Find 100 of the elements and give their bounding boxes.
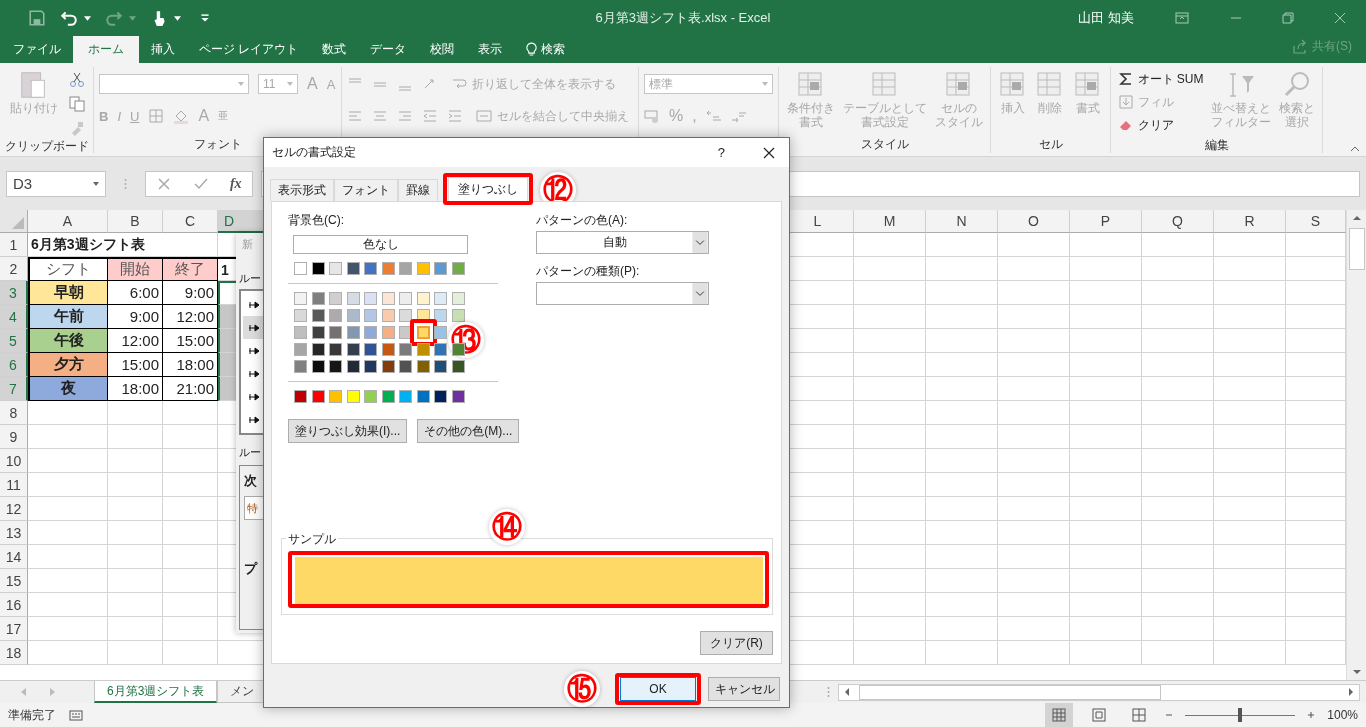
color-swatch[interactable] [381,343,395,356]
row-header[interactable]: 14 [0,545,28,569]
color-swatch[interactable] [399,343,412,356]
fill-effects-button[interactable]: 塗りつぶし効果(I)... [288,419,408,443]
more-colors-button[interactable]: その他の色(M)... [417,419,520,443]
column-header[interactable]: M [854,210,926,233]
cancel-icon[interactable] [156,175,173,192]
color-swatch[interactable] [311,326,325,339]
color-swatch[interactable] [346,360,360,373]
column-header[interactable]: Q [1142,210,1214,233]
ribbon-tab[interactable]: データ [358,36,419,63]
align-center-icon[interactable] [372,108,388,124]
color-swatch[interactable] [399,262,412,275]
color-swatch[interactable] [311,360,325,373]
view-button[interactable] [1045,703,1074,727]
color-swatch[interactable] [346,309,360,322]
currency-icon[interactable] [644,108,660,124]
column-header[interactable]: R [1214,210,1286,233]
outdent-icon[interactable] [422,108,438,124]
color-swatch[interactable] [311,309,325,322]
row-header[interactable]: 3 [0,281,28,305]
color-swatch[interactable] [399,309,412,322]
color-swatch[interactable] [311,390,325,403]
dialog-tab[interactable]: 表示形式 [270,179,334,201]
color-swatch[interactable] [329,262,342,275]
row-header[interactable]: 17 [0,617,28,641]
color-swatch[interactable] [346,390,360,403]
row-header[interactable]: 11 [0,473,28,497]
column-header[interactable]: A [28,210,108,233]
grip-icon[interactable] [827,686,830,698]
select-all-button[interactable] [0,210,28,233]
color-swatch[interactable] [451,292,465,305]
row-header[interactable]: 5 [0,329,28,353]
collapse-icon[interactable] [1350,146,1360,152]
ribbon-tab[interactable]: 数式 [310,36,359,63]
horizontal-scrollbar[interactable] [838,683,1360,701]
color-swatch[interactable] [451,262,465,275]
row-header[interactable]: 2 [0,257,28,281]
zoom-in-icon[interactable] [1307,711,1316,719]
close-icon[interactable] [763,146,775,159]
next-sheet-icon[interactable] [48,688,56,696]
paint-bucket-icon[interactable] [173,108,190,124]
color-swatch[interactable] [329,292,342,305]
column-header[interactable]: C [163,210,218,233]
color-swatch[interactable] [434,262,447,275]
scroll-down-icon[interactable] [1352,668,1361,676]
color-swatch[interactable] [329,390,342,403]
row-header[interactable]: 15 [0,569,28,593]
column-header[interactable]: N [926,210,998,233]
copy-icon[interactable] [68,96,85,112]
color-swatch[interactable] [294,326,307,339]
border-icon[interactable] [148,108,165,124]
previous-sheet-icon[interactable] [20,688,28,696]
color-swatch[interactable] [311,343,325,356]
color-swatch[interactable] [346,326,360,339]
column-header[interactable]: O [998,210,1070,233]
color-swatch[interactable] [434,343,447,356]
editing-button[interactable]: クリア [1117,115,1204,135]
color-swatch[interactable] [329,343,342,356]
row-header[interactable]: 10 [0,449,28,473]
row-header[interactable]: 9 [0,425,28,449]
color-swatch[interactable] [364,309,377,322]
color-swatch[interactable] [294,309,307,322]
color-swatch[interactable] [294,262,307,275]
color-swatch[interactable] [364,262,377,275]
color-swatch[interactable] [329,309,342,322]
clear-button[interactable]: クリア(R) [700,631,773,655]
color-swatch[interactable] [434,326,447,339]
ok-button[interactable]: OK [620,677,696,701]
color-swatch[interactable] [416,326,430,339]
scissors-icon[interactable] [68,72,85,88]
color-swatch[interactable] [416,360,430,373]
zoom-thumb[interactable] [1238,708,1243,722]
color-swatch[interactable] [416,292,430,305]
color-swatch[interactable] [364,292,377,305]
row-header[interactable]: 18 [0,641,28,665]
redo-icon[interactable] [105,9,123,27]
color-swatch[interactable] [381,262,395,275]
ribbon-tab[interactable]: ホーム [73,36,139,63]
color-swatch[interactable] [381,292,395,305]
pattern-color-select[interactable]: 自動 [536,231,709,254]
color-swatch[interactable] [346,262,360,275]
color-swatch[interactable] [416,390,430,403]
color-swatch[interactable] [399,360,412,373]
color-swatch[interactable] [451,309,465,322]
color-swatch[interactable] [364,360,377,373]
zoom-out-icon[interactable] [1165,711,1174,719]
color-swatch[interactable] [434,360,447,373]
dialog-tab[interactable]: 塗りつぶし [448,177,528,201]
color-swatch[interactable] [346,292,360,305]
color-swatch[interactable] [434,390,447,403]
ribbon-tab[interactable]: ページ レイアウト [187,36,311,63]
help-button[interactable]: ? [717,145,725,160]
color-swatch[interactable] [451,390,465,403]
color-swatch[interactable] [311,292,325,305]
align-left-icon[interactable] [347,108,363,124]
color-swatch[interactable] [451,360,465,373]
row-header[interactable]: 1 [0,233,28,257]
scroll-thumb[interactable] [859,684,1161,700]
caret-icon[interactable] [84,15,91,21]
